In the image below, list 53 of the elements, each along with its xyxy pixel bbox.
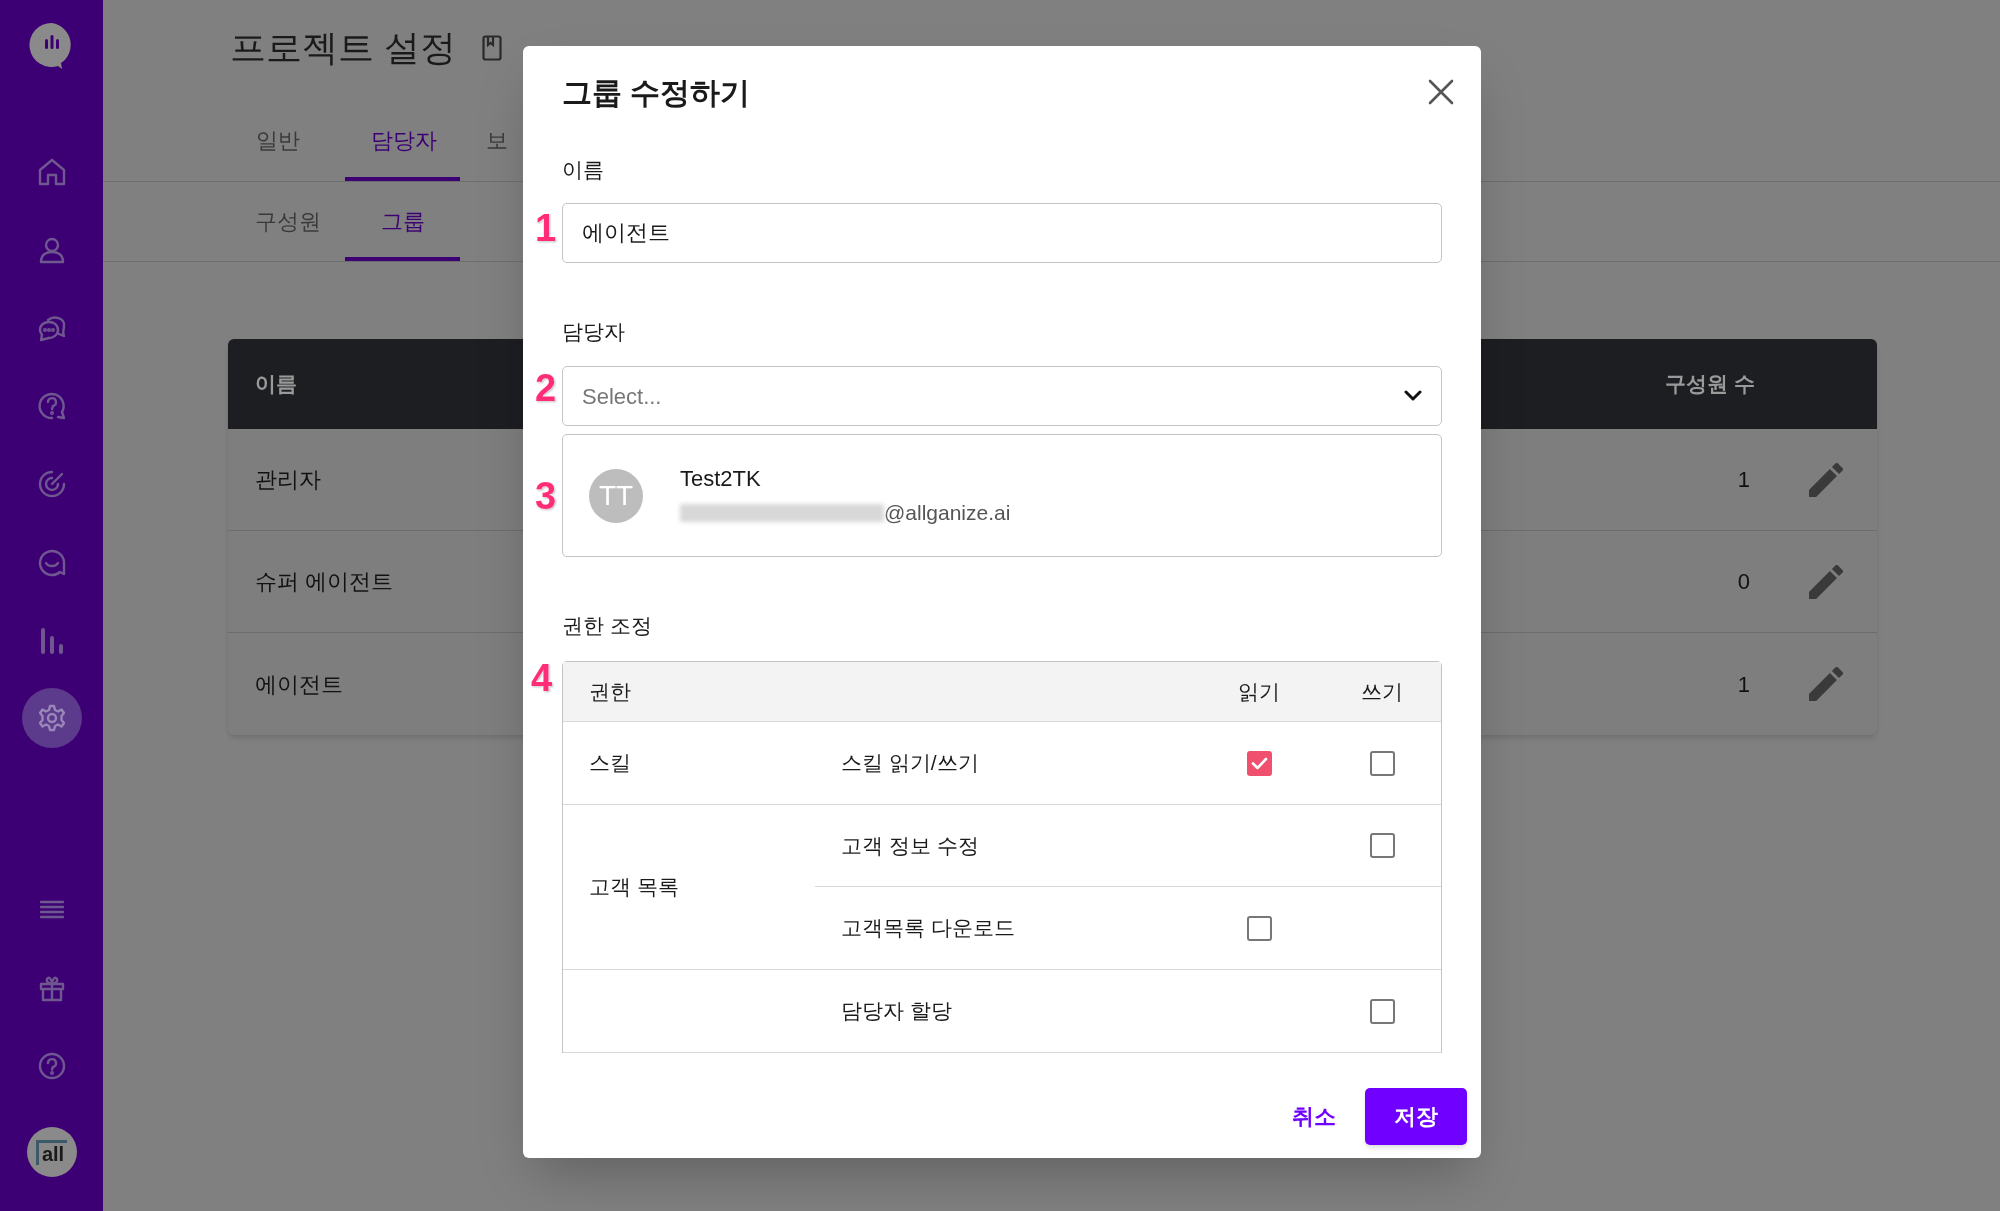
edit-icon[interactable] [1809, 462, 1843, 497]
dialog-title: 그룹 수정하기 [562, 74, 751, 111]
field-label: 담당자 [562, 319, 626, 345]
placeholder-text: Select... [582, 382, 662, 411]
annotation-number: 2 [535, 368, 557, 408]
column-header: 구성원 수 [1664, 371, 1755, 398]
table-cell-text: 0 [1736, 568, 1751, 596]
tab[interactable]: 일반 [230, 96, 345, 181]
chevron-down-icon [1403, 390, 1423, 402]
save-button[interactable]: 저장 [1365, 1088, 1467, 1145]
field-label: 권한 조정 [562, 613, 653, 639]
permission-label: 담당자 할당 [840, 998, 953, 1025]
table-cell: 슈퍼 에이전트 [255, 569, 394, 594]
permission-label: 스킬 읽기/쓰기 [840, 750, 980, 777]
tab[interactable]: 담당자 [345, 96, 460, 181]
column-header: 읽기 [1237, 678, 1281, 705]
table-cell: 관리자 [255, 467, 321, 492]
edit-icon[interactable] [1809, 667, 1843, 701]
checkbox[interactable] [1369, 998, 1395, 1024]
account-avatar[interactable]: all [26, 1127, 77, 1177]
table-cell-text: 1 [1736, 670, 1751, 699]
column-header: 이름 [255, 372, 297, 396]
checkbox[interactable] [1246, 750, 1272, 776]
tab[interactable]: 그룹 [345, 182, 460, 261]
checkbox[interactable] [1369, 750, 1395, 776]
column-header: 권한 [588, 678, 632, 705]
annotation-number: 3 [535, 476, 557, 516]
edit-icon[interactable] [1809, 564, 1843, 599]
permission-label: 고객 정보 수정 [840, 832, 980, 859]
user-email: @allganize.ai [884, 500, 1011, 527]
category-label: 스킬 [589, 750, 631, 777]
select-field[interactable]: Select... [562, 366, 1442, 426]
close-icon [1428, 79, 1454, 105]
field-label: 이름 [562, 157, 605, 183]
table-cell: 에이전트 [255, 671, 343, 697]
annotation-number: 4 [531, 658, 553, 698]
permission-label: 고객목록 다운로드 [840, 915, 1016, 942]
checkbox[interactable] [1369, 833, 1395, 858]
help-icon [35, 390, 68, 422]
user-name: Test2TK [680, 465, 762, 494]
annotation-number: 1 [535, 208, 557, 248]
close-button[interactable] [1426, 77, 1456, 107]
avatar: TT [589, 468, 643, 523]
cancel-button[interactable]: 취소 [1276, 1088, 1352, 1145]
page-title: 프로젝트 설정 [230, 26, 456, 70]
check-icon [1250, 756, 1268, 770]
input-field[interactable]: 에이전트 [562, 203, 1442, 263]
book-icon[interactable] [482, 35, 502, 61]
category-label: 고객 목록 [589, 874, 679, 901]
checkbox[interactable] [1246, 915, 1272, 941]
table-cell-text: 1 [1736, 466, 1751, 494]
tab[interactable]: 구성원 [230, 182, 345, 261]
column-header: 쓰기 [1360, 678, 1404, 705]
